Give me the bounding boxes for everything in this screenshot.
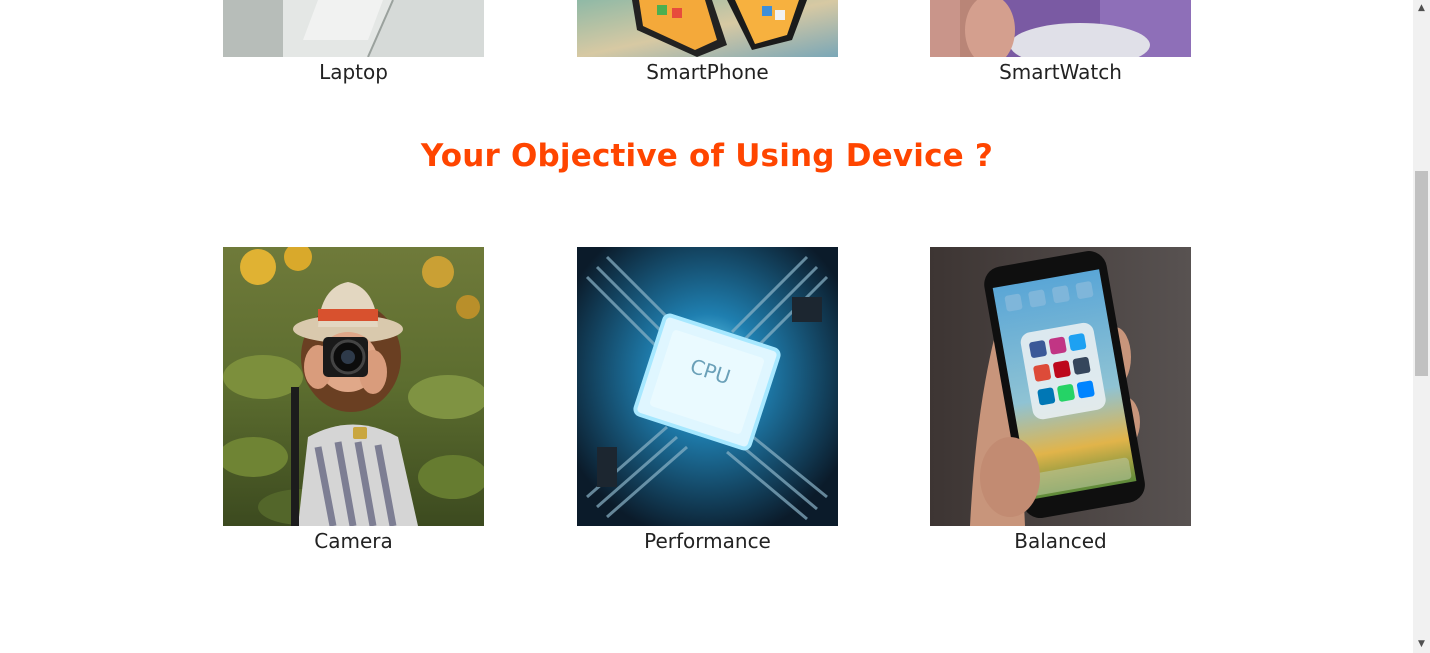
smartwatch-label: SmartWatch: [999, 60, 1122, 84]
performance-image[interactable]: CPU: [577, 247, 838, 526]
smartwatch-image[interactable]: [930, 0, 1191, 57]
laptop-label: Laptop: [319, 60, 388, 84]
performance-option[interactable]: CPU Performance: [577, 247, 838, 554]
down-arrow-icon[interactable]: ▼: [1413, 636, 1430, 653]
page: Laptop SmartPhone SmartWatch Your Object…: [0, 0, 1430, 653]
balanced-option[interactable]: Balanced: [930, 247, 1191, 554]
camera-option[interactable]: Camera: [223, 247, 484, 554]
smartphone-image[interactable]: [577, 0, 838, 57]
laptop-option[interactable]: Laptop: [223, 0, 484, 85]
camera-label: Camera: [314, 529, 393, 553]
laptop-image[interactable]: [223, 0, 484, 57]
objective-heading: Your Objective of Using Device ?: [420, 138, 994, 174]
smartphone-label: SmartPhone: [646, 60, 769, 84]
smartphone-option[interactable]: SmartPhone: [577, 0, 838, 85]
up-arrow-icon[interactable]: ▲: [1413, 0, 1430, 17]
balanced-label: Balanced: [1014, 529, 1107, 553]
scroll-thumb[interactable]: [1415, 171, 1428, 376]
vertical-scrollbar[interactable]: ▲ ▼: [1413, 0, 1430, 653]
smartwatch-option[interactable]: SmartWatch: [930, 0, 1191, 85]
balanced-image[interactable]: [930, 247, 1191, 526]
performance-label: Performance: [644, 529, 771, 553]
camera-image[interactable]: [223, 247, 484, 526]
